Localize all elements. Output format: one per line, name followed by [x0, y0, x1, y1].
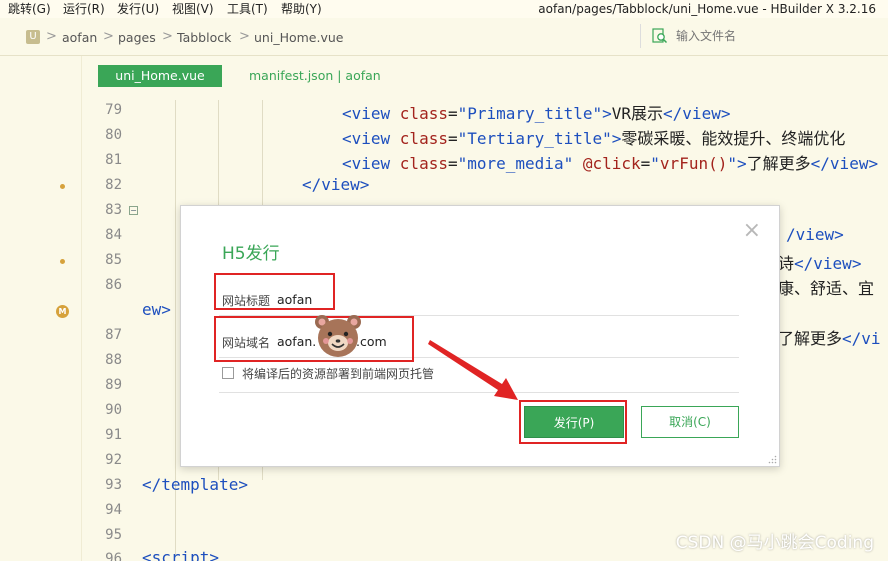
code-line-87: 了解更多</vi — [778, 329, 881, 348]
line-number: 81 — [105, 152, 122, 168]
mascot-sticker-icon — [315, 315, 361, 357]
line-number: 88 — [105, 352, 122, 368]
line-number: 90 — [105, 402, 122, 418]
menu-item-run[interactable]: 运行(R) — [63, 1, 105, 17]
line-number: 95 — [105, 527, 122, 543]
dialog-title: H5发行 — [222, 244, 280, 264]
line-number: 92 — [105, 452, 122, 468]
deploy-checkbox[interactable] — [222, 367, 234, 379]
line-number: 83 — [105, 202, 122, 218]
change-marker-icon — [60, 184, 65, 189]
code-line-85: 诗</view> — [778, 254, 862, 273]
divider — [640, 24, 641, 48]
tab-uni-home[interactable]: uni_Home.vue — [98, 65, 222, 87]
highlight-box-publish — [519, 400, 627, 444]
code-line-96: <script> — [142, 548, 220, 561]
editor-tab-bar: uni_Home.vue manifest.json | aofan — [82, 56, 888, 94]
breadcrumb-item-aofan[interactable]: aofan — [62, 30, 97, 45]
code-line-93: </template> — [142, 475, 248, 494]
breadcrumb-separator: > — [239, 29, 250, 44]
line-number: 79 — [105, 102, 122, 118]
menu-item-goto[interactable]: 跳转(G) — [8, 1, 51, 17]
menu-item-help[interactable]: 帮助(Y) — [281, 1, 322, 17]
file-search-icon[interactable] — [652, 28, 668, 44]
change-marker-icon — [60, 259, 65, 264]
code-line-84: /view> — [786, 225, 844, 244]
menu-item-view[interactable]: 视图(V) — [172, 1, 214, 17]
resize-grip-icon[interactable] — [768, 455, 777, 464]
deploy-checkbox-label: 将编译后的资源部署到前端网页托管 — [242, 367, 435, 381]
code-line-86: 康、舒适、宜 — [778, 279, 875, 298]
project-type-icon: U — [26, 30, 40, 44]
code-line-81: <view class="more_media" @click="vrFun()… — [342, 154, 879, 173]
menu-item-publish[interactable]: 发行(U) — [117, 1, 159, 17]
code-line-79: <view class="Primary_title">VR展示</view> — [342, 104, 731, 123]
site-title-input[interactable] — [277, 290, 717, 308]
line-number: 96 — [105, 551, 122, 561]
line-number: 82 — [105, 177, 122, 193]
window-title: aofan/pages/Tabblock/uni_Home.vue - HBui… — [538, 2, 876, 16]
tab-manifest[interactable]: manifest.json | aofan — [249, 68, 381, 83]
editor-gutter — [0, 56, 82, 561]
annotation-arrow-icon — [428, 340, 518, 400]
line-number: 89 — [105, 377, 122, 393]
breadcrumb-separator: > — [162, 29, 173, 44]
code-line-86-wrap: ew> — [142, 300, 171, 319]
menu-item-tools[interactable]: 工具(T) — [227, 1, 268, 17]
line-number: 86 — [105, 277, 122, 293]
line-number: 91 — [105, 427, 122, 443]
breadcrumb-item-tabblock[interactable]: Tabblock — [177, 30, 231, 45]
breadcrumb-separator: > — [46, 29, 57, 44]
modified-marker-icon: M — [56, 305, 69, 318]
cancel-button[interactable]: 取消(C) — [641, 406, 739, 438]
menu-bar: 跳转(G) 运行(R) 发行(U) 视图(V) 工具(T) 帮助(Y) aofa… — [0, 0, 888, 18]
code-line-80: <view class="Tertiary_title">零碳采暖、能效提升、终… — [342, 129, 846, 148]
breadcrumb-item-file[interactable]: uni_Home.vue — [254, 30, 343, 45]
line-number: 84 — [105, 227, 122, 243]
line-number: 80 — [105, 127, 122, 143]
line-number: 85 — [105, 252, 122, 268]
watermark: CSDN @马小跳会Coding — [675, 533, 874, 553]
breadcrumb-separator: > — [103, 29, 114, 44]
fold-toggle-icon[interactable]: − — [129, 206, 138, 215]
file-search-input[interactable] — [676, 26, 876, 46]
highlight-box-title — [214, 273, 335, 310]
line-number: 94 — [105, 502, 122, 518]
line-number: 93 — [105, 477, 122, 493]
line-number: 87 — [105, 327, 122, 343]
code-line-82: </view> — [302, 175, 370, 194]
close-icon[interactable]: × — [743, 220, 761, 242]
breadcrumb-item-pages[interactable]: pages — [118, 30, 156, 45]
breadcrumb: U > aofan > pages > Tabblock > uni_Home.… — [0, 18, 888, 56]
